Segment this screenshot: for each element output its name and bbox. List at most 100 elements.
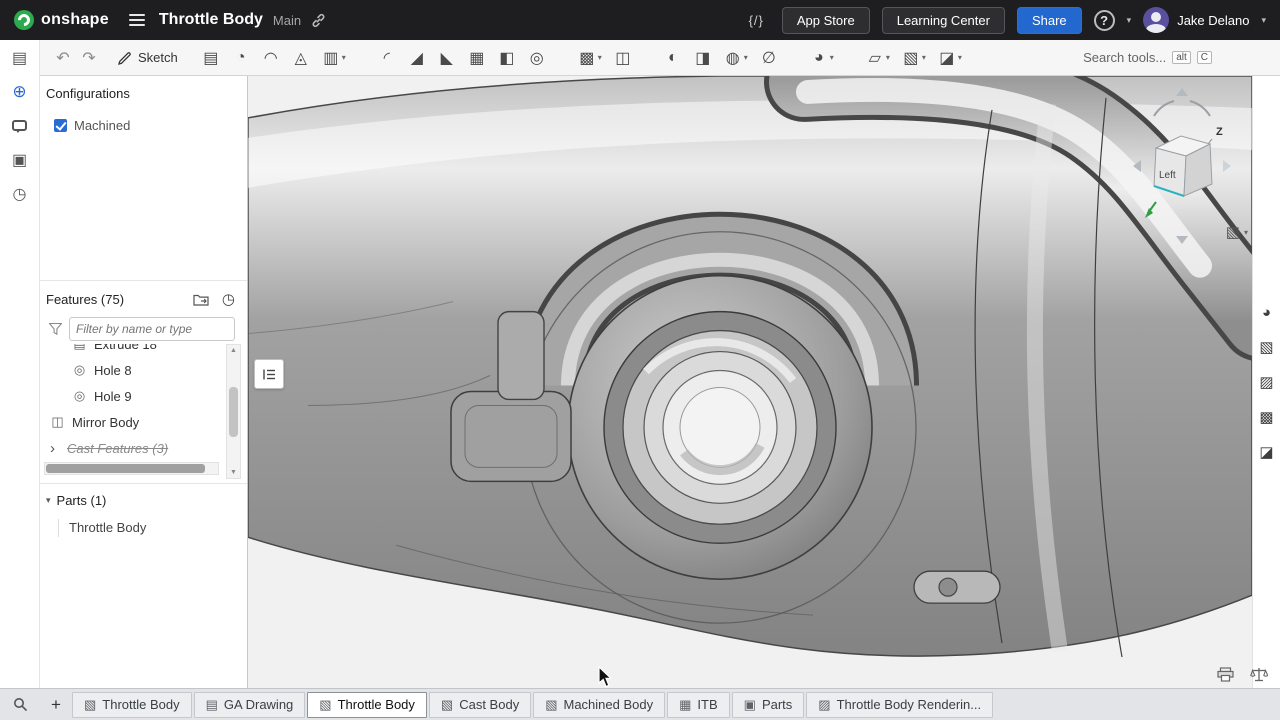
user-avatar[interactable] [1143,7,1169,33]
document-tab[interactable]: ▧Throttle Body [72,692,192,718]
scrollbar-thumb[interactable] [46,464,205,473]
app-store-button[interactable]: App Store [782,7,870,34]
parts-list-icon[interactable]: ▣ [12,150,27,169]
print-icon[interactable] [1217,667,1234,682]
shell-tool-button[interactable]: ◧ [492,44,522,72]
feature-filter-input[interactable] [69,317,235,341]
insert-icon[interactable]: ⊕ [12,82,26,101]
feature-tree-icon[interactable]: ▤ [12,48,27,67]
user-name[interactable]: Jake Delano [1177,13,1249,28]
dropdown-caret-icon[interactable]: ▾ [342,53,346,62]
appearance-tool-button[interactable]: ◕▾ [804,44,840,72]
scrollbar-thumb[interactable] [229,387,238,437]
boolean-tool-button[interactable]: ◐ [658,44,688,72]
thicken-tool-button[interactable]: ▥▾ [316,44,352,72]
user-menu-caret-icon[interactable]: ▾ [1261,15,1266,26]
named-positions-icon[interactable]: ▨ [1259,373,1273,391]
scroll-up-icon[interactable]: ▲ [230,347,237,354]
rotate-east-arrow-icon[interactable] [1223,160,1231,172]
help-button[interactable]: ? [1094,10,1115,31]
undo-button[interactable]: ↶ [50,48,76,68]
document-tab[interactable]: ▧Machined Body [533,692,665,718]
featurescript-icon[interactable]: {/} [743,9,770,32]
hole-tool-button[interactable]: ◎ [522,44,552,72]
share-link-icon[interactable] [311,13,326,28]
named-views-tool-button[interactable]: ▧▾ [896,44,932,72]
rotate-west-arrow-icon[interactable] [1133,160,1141,172]
mirror-tool-button[interactable]: ◫ [608,44,638,72]
split-tool-button[interactable]: ◨ [688,44,718,72]
units-scale-icon[interactable] [1250,667,1268,682]
view-cube[interactable]: Z Left [1126,86,1238,248]
document-tab[interactable]: ▣Parts [732,692,805,718]
dropdown-caret-icon[interactable]: ▾ [598,53,602,62]
new-folder-icon[interactable] [193,293,209,306]
onshape-logo[interactable]: onshape [14,10,109,30]
document-tab[interactable]: ▧Throttle Body [307,692,427,718]
scroll-down-icon[interactable]: ▼ [230,469,237,476]
share-button[interactable]: Share [1017,7,1082,34]
sweep-tool-button[interactable]: ◠ [256,44,286,72]
learning-center-button[interactable]: Learning Center [882,7,1005,34]
dropdown-caret-icon[interactable]: ▾ [830,53,834,62]
edit-appearance-icon[interactable]: ◪ [1259,443,1273,461]
rib-tool-button[interactable]: ▦ [462,44,492,72]
appearance-sphere-icon[interactable]: ◕ [1262,304,1271,321]
display-states-icon[interactable]: ▧ [1259,338,1273,356]
dropdown-caret-icon[interactable]: ▾ [922,53,926,62]
checkbox-checked-icon[interactable] [54,119,67,132]
linear-pattern-tool-button[interactable]: ▩▾ [572,44,608,72]
dropdown-caret-icon[interactable]: ▾ [958,53,962,62]
search-tools-label: Search tools... [1083,50,1166,65]
extrude-tool-button[interactable]: ▤ [196,44,226,72]
document-tab[interactable]: ▤GA Drawing [194,692,306,718]
main-menu-icon[interactable] [129,14,145,26]
document-tab[interactable]: ▨Throttle Body Renderin... [806,692,993,718]
rotate-right-arrow-icon[interactable] [1190,101,1210,116]
feature-list-flyout-button[interactable] [254,359,284,389]
model-viewport[interactable]: Z Left ▧ ▾ [248,76,1252,688]
sketch-label: Sketch [138,50,178,65]
circular-pattern-tool-button[interactable]: ◍▾ [718,44,754,72]
chamfer-tool-button[interactable]: ◢ [402,44,432,72]
history-icon[interactable]: ◷ [13,184,27,203]
rollback-bar-icon[interactable]: ◷ [222,290,235,308]
plane-tool-button[interactable]: ▱▾ [860,44,896,72]
tilt-down-arrow-icon[interactable] [1176,236,1188,244]
parts-section-header[interactable]: ▾ Parts (1) [46,493,247,508]
dropdown-caret-icon[interactable]: ▾ [886,53,890,62]
document-tab[interactable]: ▧Cast Body [429,692,531,718]
loft-tool-button[interactable]: ◬ [286,44,316,72]
collapse-chevron-icon[interactable]: ▾ [46,495,51,506]
feature-item[interactable]: ◎Hole 8 [40,357,223,383]
part-item[interactable]: Throttle Body [58,519,247,537]
feature-item[interactable]: ▤Extrude 18 [40,344,223,357]
feature-item[interactable]: ◎Hole 9 [40,383,223,409]
comments-icon[interactable] [12,116,27,135]
add-tab-button[interactable]: + [40,689,72,720]
revolve-tool-button[interactable]: ◔ [226,44,256,72]
rotate-left-arrow-icon[interactable] [1154,101,1174,116]
configuration-option-machined[interactable]: Machined [54,118,247,133]
configurations-panel-icon[interactable]: ▩ [1259,408,1273,426]
redo-button[interactable]: ↷ [76,48,102,68]
search-tools[interactable]: Search tools... alt C [1083,50,1212,65]
section-view-tool-button[interactable]: ◪▾ [932,44,968,72]
draft-tool-button[interactable]: ◣ [432,44,462,72]
fillet-tool-button[interactable]: ◜ [372,44,402,72]
delete-part-tool-button[interactable]: ∅ [754,44,784,72]
feature-list-vertical-scrollbar[interactable]: ▲ ▼ [226,344,241,479]
expand-chevron-icon[interactable]: › [50,440,60,457]
help-caret-icon[interactable]: ▾ [1127,15,1132,26]
branch-name[interactable]: Main [273,13,301,28]
view-options-button[interactable]: ▧ ▾ [1226,223,1248,241]
tilt-up-arrow-icon[interactable] [1176,88,1188,96]
dropdown-caret-icon[interactable]: ▾ [744,53,748,62]
feature-item[interactable]: ◫Mirror Body [40,409,223,435]
document-tab[interactable]: ▦ITB [667,692,730,718]
sketch-button[interactable]: Sketch [118,50,178,65]
feature-item[interactable]: ›Cast Features (3) [40,435,223,456]
feature-list-horizontal-scrollbar[interactable] [44,462,219,475]
tab-search-button[interactable] [0,689,40,720]
throttle-body-model[interactable] [248,76,1252,688]
